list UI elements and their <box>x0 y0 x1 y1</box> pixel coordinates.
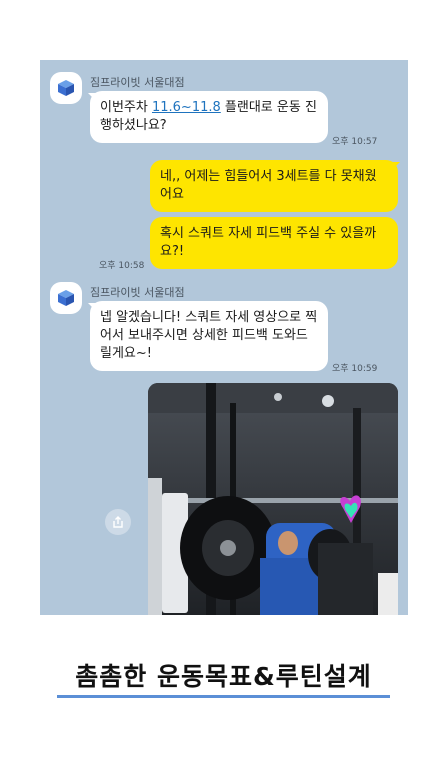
caption-title: 촘촘한 운동목표&루틴설계 <box>75 662 372 691</box>
profile-avatar[interactable] <box>50 282 82 314</box>
sender-name: 짐프라이빗 서울대점 <box>90 76 185 89</box>
share-button[interactable] <box>105 509 131 535</box>
photo-illustration <box>148 383 398 615</box>
incoming-message[interactable]: 넵 알겠습니다! 스쿼트 자세 영상으로 찍 어서 보내주시면 상세한 피드백 … <box>90 301 328 371</box>
incoming-message[interactable]: 이번주차 11.6~11.8 플랜대로 운동 진 행하셨나요? <box>90 91 328 143</box>
cube-logo-icon <box>58 80 74 96</box>
message-time: 오후 10:58 <box>99 261 145 271</box>
sender-name: 짐프라이빗 서울대점 <box>90 286 185 299</box>
outgoing-message[interactable]: 네,, 어제는 힘들어서 3세트를 다 못채웠 어요 <box>150 160 398 212</box>
date-link[interactable]: 11.6~11.8 <box>152 100 221 115</box>
message-time: 오후 10:59 <box>332 364 378 374</box>
outgoing-message[interactable]: 혹시 스쿼트 자세 피드백 주실 수 있을까 요?! <box>150 217 398 269</box>
profile-avatar[interactable] <box>50 72 82 104</box>
gym-squat-photo[interactable] <box>148 383 398 615</box>
message-time: 오후 10:57 <box>332 137 378 147</box>
caption-underline <box>57 695 390 698</box>
share-icon <box>113 516 123 528</box>
chat-area: 짐프라이빗 서울대점 이번주차 11.6~11.8 플랜대로 운동 진 행하셨나… <box>40 60 408 615</box>
cube-logo-icon <box>58 290 74 306</box>
